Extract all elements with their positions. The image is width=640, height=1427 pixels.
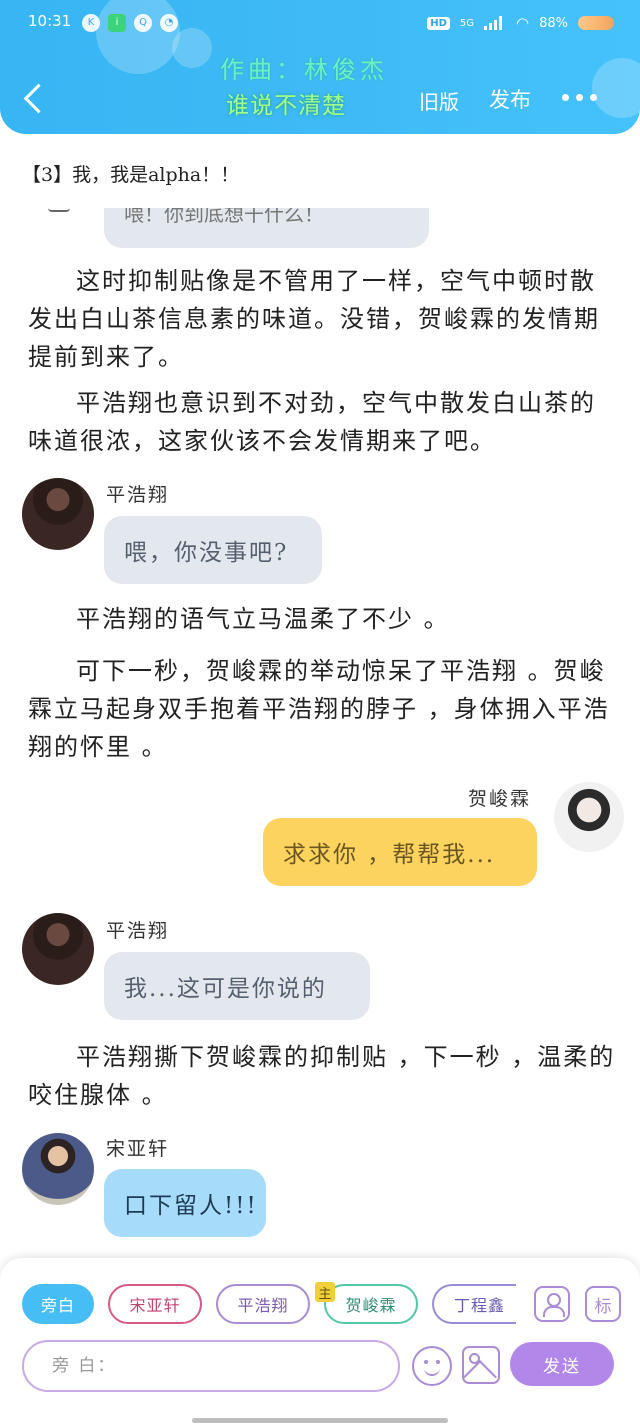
- more-options-icon[interactable]: [562, 94, 597, 101]
- avatar: [48, 208, 70, 212]
- speaker-name: 宋亚轩: [106, 1138, 170, 1160]
- chat-bubble-text: 我...这可是你说的: [124, 976, 327, 1002]
- battery-icon: [578, 16, 614, 30]
- chat-bubble-text: 喂，你没事吧?: [124, 540, 289, 566]
- decor-bubble: [592, 58, 640, 118]
- author-credit: 作曲：林俊杰: [220, 56, 388, 84]
- narration-paragraph[interactable]: 这时抑制贴像是不管用了一样，空气中顿时散发出白山茶信息素的味道。没错，贺峻霖的发…: [28, 262, 618, 376]
- narration-paragraph[interactable]: 平浩翔也意识到不对劲，空气中散发白山茶的味道很浓，这家伙该不会发情期来了吧。: [28, 384, 618, 460]
- publish-button[interactable]: 发布: [489, 84, 531, 114]
- role-chip-narrator[interactable]: 旁白: [22, 1284, 94, 1324]
- top-bar: 10:31 K i Q ◔ HD 5G ◠ 88% 作曲：林俊杰 谁说不清楚 旧…: [0, 0, 640, 134]
- back-button[interactable]: [22, 82, 46, 116]
- role-chip-he-junlin[interactable]: 贺峻霖: [324, 1284, 418, 1324]
- status-right: HD 5G ◠ 88%: [427, 14, 614, 32]
- avatar[interactable]: [22, 913, 94, 985]
- signal-icon: [484, 16, 506, 30]
- chat-bubble[interactable]: 喂！你到底想干什么！: [104, 208, 429, 248]
- person-icon: [543, 1293, 565, 1317]
- speaker-name: 平浩翔: [106, 920, 170, 942]
- qq-icon: Q: [134, 14, 152, 32]
- chat-bubble[interactable]: 喂，你没事吧?: [104, 516, 322, 584]
- chat-bubble[interactable]: 求求你 ，帮帮我...: [263, 818, 537, 886]
- image-icon[interactable]: [462, 1346, 500, 1384]
- status-app-icons: K i Q ◔: [82, 14, 178, 32]
- status-time: 10:31: [28, 12, 72, 30]
- old-version-button[interactable]: 旧版: [419, 86, 459, 115]
- message-input[interactable]: 旁 白：: [22, 1340, 400, 1392]
- avatar[interactable]: [22, 478, 94, 550]
- tag-button[interactable]: 标: [585, 1286, 621, 1322]
- role-manage-icon[interactable]: [534, 1286, 570, 1322]
- chat-bubble[interactable]: 我...这可是你说的: [104, 952, 370, 1020]
- network-label: 5G: [459, 17, 474, 29]
- speaker-name: 贺峻霖: [468, 788, 532, 810]
- avatar[interactable]: [22, 1133, 94, 1205]
- narration-paragraph[interactable]: 平浩翔的语气立马温柔了不少 。: [28, 600, 618, 638]
- battery-percent: 88%: [539, 15, 568, 31]
- main-role-badge: 主: [315, 1282, 335, 1302]
- input-panel: 旁白 宋亚轩 平浩翔 贺峻霖 主 丁程鑫 标 旁 白： 发送: [0, 1258, 640, 1427]
- narration-paragraph[interactable]: 可下一秒，贺峻霖的举动惊呆了平浩翔 。贺峻霖立马起身双手抱着平浩翔的脖子 ，身体…: [28, 652, 618, 766]
- iqiyi-icon: i: [108, 14, 126, 32]
- chat-bubble-text: 求求你 ，帮帮我...: [283, 842, 496, 868]
- k-app-icon: K: [82, 14, 100, 32]
- avatar[interactable]: [554, 782, 624, 852]
- chapter-title: 【3】我，我是alpha！！: [22, 164, 240, 186]
- wifi-icon: ◠: [516, 14, 530, 32]
- send-button[interactable]: 发送: [510, 1342, 614, 1386]
- chat-bubble-text: 喂！你到底想干什么！: [124, 208, 324, 226]
- home-indicator[interactable]: [192, 1418, 448, 1423]
- speaker-name: 平浩翔: [106, 484, 170, 506]
- chat-bubble-text: 口下留人!!!: [124, 1193, 258, 1219]
- speedometer-icon: ◔: [160, 14, 178, 32]
- chat-bubble[interactable]: 口下留人!!!: [104, 1169, 266, 1237]
- hd-icon: HD: [427, 16, 450, 30]
- role-chip-ding-chengxin[interactable]: 丁程鑫: [432, 1284, 516, 1324]
- narration-paragraph[interactable]: 平浩翔撕下贺峻霖的抑制贴 ，下一秒 ，温柔的咬住腺体 。: [28, 1038, 618, 1114]
- role-chip-ping-haoxiang[interactable]: 平浩翔: [216, 1284, 310, 1324]
- role-chip-song-yaxuan[interactable]: 宋亚轩: [108, 1284, 202, 1324]
- page-title: 谁说不清楚: [226, 93, 346, 119]
- status-bar: 10:31 K i Q ◔ HD 5G ◠ 88%: [0, 10, 640, 40]
- input-placeholder: 旁 白：: [52, 1356, 117, 1376]
- emoji-icon[interactable]: [412, 1346, 452, 1386]
